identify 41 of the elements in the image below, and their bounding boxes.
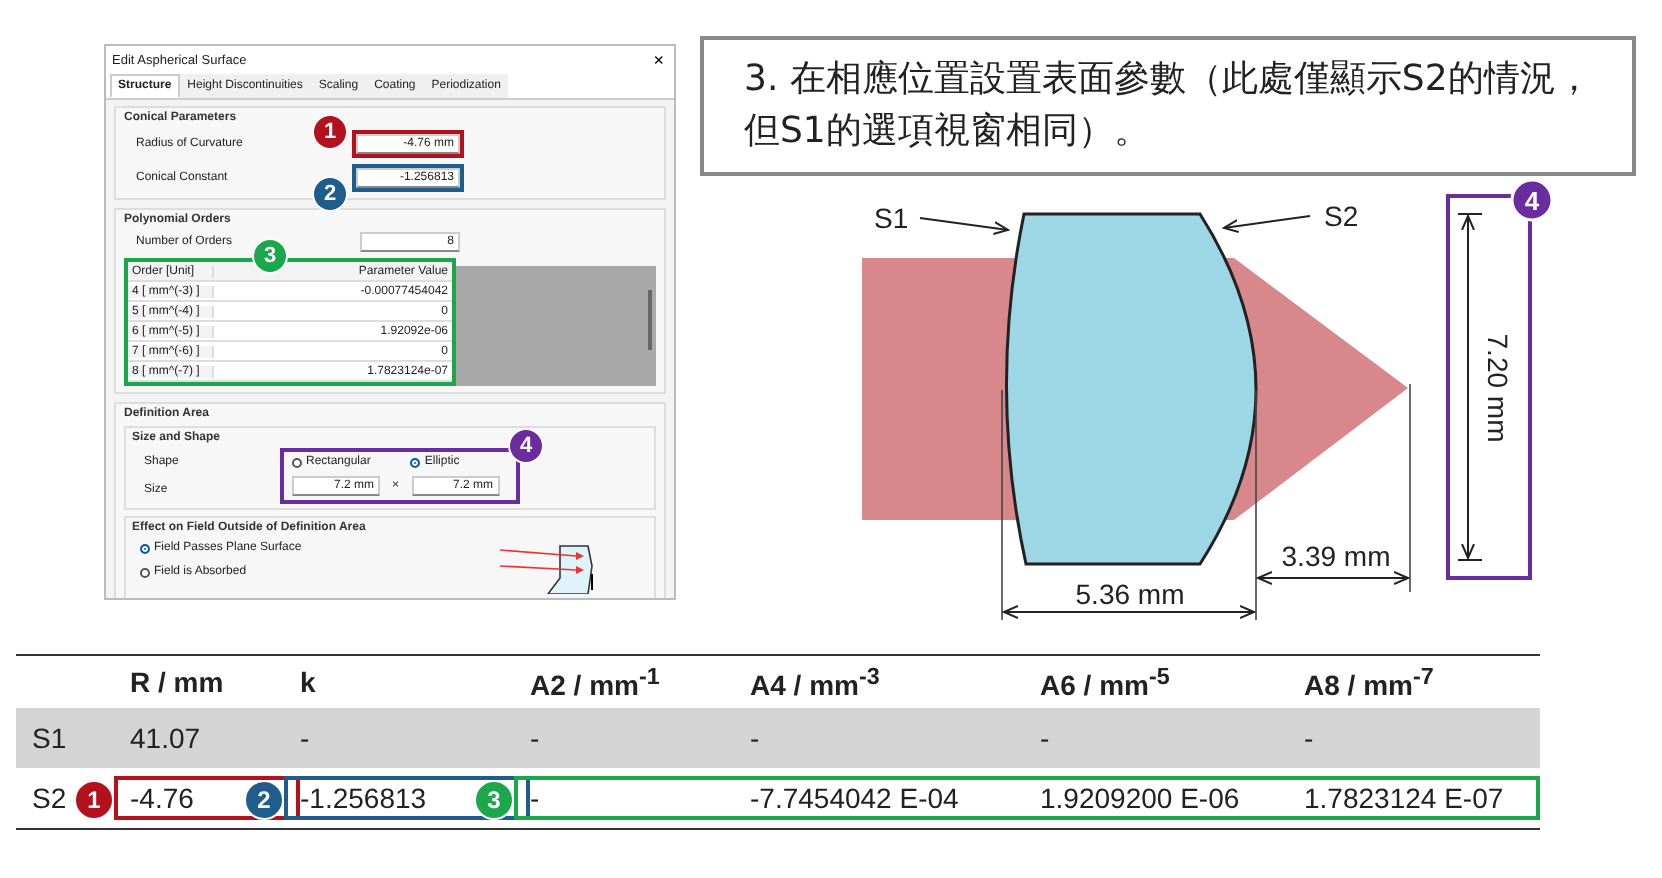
table-cell: -4.76 [130,782,194,814]
column-header: A4 / mm$^{-3}$ [750,663,882,701]
number-badge: 2 [244,780,284,820]
number-badge: 3 [252,238,288,274]
number-badge: 2 [312,176,348,212]
table-cell: 1.9209200 E-06 [1040,782,1240,814]
table-cell: - [530,722,540,754]
instruction-text: 3. 在相應位置設置表面參數（此處僅顯示S2的情況，但S1的選項視窗相同）。 [700,36,1636,177]
radio-icon[interactable] [140,543,150,553]
column-header: A2 / mm$^{-1}$ [530,663,662,701]
row-label: S2 [30,782,67,814]
column-header: R / mm [130,666,226,698]
number-badge: 1 [74,780,114,820]
radio-icon[interactable] [292,457,302,467]
table-cell: 1.7823124 E-07 [1304,782,1504,814]
surface-label: S2 [1324,200,1359,233]
row-label: S1 [30,722,67,754]
leader-line [1223,215,1311,234]
table-cell: - [750,722,760,754]
number-badge: 1 [312,114,348,150]
close-button[interactable]: × [649,51,668,69]
dimension-label: 3.39 mm [1281,540,1391,573]
number-badge: 4 [1510,180,1554,222]
dimension-label: 7.20 mm [1482,333,1514,443]
number-badge: 3 [474,780,514,820]
surface-label: S1 [874,202,909,235]
radio-icon[interactable] [410,457,421,467]
column-header: A6 / mm$^{-5}$ [1040,663,1172,701]
table-cell: - [1304,722,1314,754]
table-cell: -7.7454042 E-04 [750,782,959,814]
table-cell: 41.07 [130,722,201,754]
radio-icon[interactable] [140,567,150,577]
column-header: A8 / mm$^{-7}$ [1304,663,1436,701]
table-cell: - [1040,722,1050,754]
dimension-label: 5.36 mm [1075,578,1185,611]
table-cell: - [530,782,540,814]
column-header: k [300,666,318,698]
leader-line [919,217,1009,236]
table-cell: -1.256813 [300,782,427,814]
table-cell: - [300,722,310,754]
number-badge: 4 [508,428,544,464]
